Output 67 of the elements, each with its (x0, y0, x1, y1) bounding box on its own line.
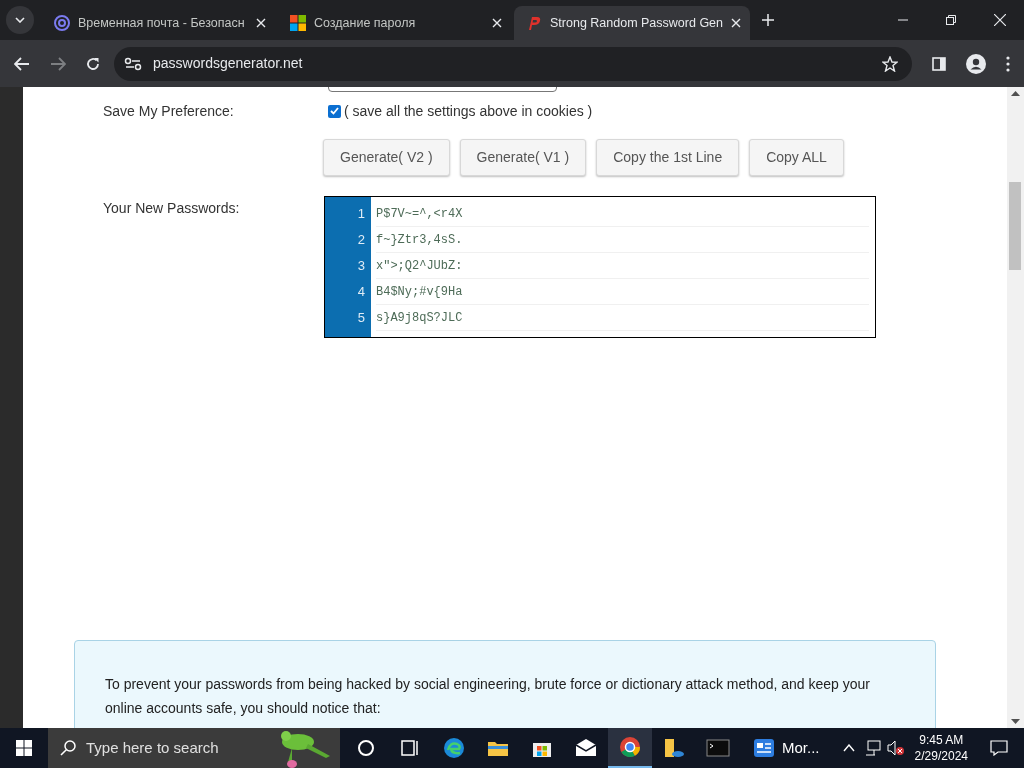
line-number: 4 (357, 283, 365, 302)
scrollbar[interactable] (1007, 87, 1024, 728)
back-arrow-icon[interactable] (14, 56, 30, 71)
news-widget-icon[interactable] (754, 739, 774, 757)
chevron-up-icon[interactable] (842, 744, 855, 752)
search-field[interactable]: Type here to search (48, 728, 340, 768)
star-icon[interactable] (882, 55, 898, 72)
action-button[interactable]: Generate( V1 ) (459, 139, 587, 176)
tab-title: Создание пароля (314, 14, 417, 32)
site-logo-icon (526, 15, 542, 31)
tab-title: Strong Random Password Gen (550, 14, 723, 32)
site-settings-icon[interactable] (124, 56, 142, 71)
field-label: Your New Passwords: (103, 199, 241, 218)
search-placeholder: Type here to search (86, 737, 219, 758)
action-button[interactable]: Generate( V2 ) (323, 139, 450, 176)
terminal-icon[interactable] (706, 736, 730, 760)
tab-title: Временная почта - Безопасн (78, 14, 246, 32)
field-label: Save My Preference: (103, 101, 235, 121)
password-text: f~}Ztr3,4sS. (376, 231, 463, 249)
chevron-down-icon (15, 17, 25, 23)
line-number: 5 (357, 309, 365, 328)
password-text: B4$Ny;#v{9Ha (376, 283, 463, 301)
line-number: 3 (357, 257, 365, 276)
address-bar[interactable]: passwordsgenerator.net (114, 46, 912, 81)
scroll-down-icon[interactable] (1011, 719, 1020, 724)
search-icon (60, 740, 76, 756)
close-icon[interactable] (731, 18, 741, 28)
edge-icon[interactable] (442, 736, 466, 760)
widget-label[interactable]: Mor... (782, 736, 820, 760)
more-options-icon[interactable] (1006, 55, 1010, 72)
url-text: passwordsgenerator.net (153, 54, 303, 73)
action-button[interactable]: Copy ALL (749, 139, 844, 176)
restore-icon[interactable] (946, 15, 956, 25)
chrome-icon[interactable] (618, 735, 642, 759)
file-folder-icon[interactable] (662, 736, 686, 760)
profile-icon[interactable] (966, 53, 986, 74)
start-icon[interactable] (16, 740, 32, 756)
checkbox[interactable] (328, 104, 341, 118)
scroll-up-icon[interactable] (1011, 91, 1020, 96)
muted-speaker-icon[interactable] (886, 740, 905, 756)
scrollbar-thumb[interactable] (1009, 182, 1021, 270)
passwords-output[interactable]: 1 2 3 4 5 P$7V~=^,<r4X f~}Ztr3,4sS. x">;Q2^JUbZ: B4$Ny;#v{9Ha s}A9j8qS?JLC (324, 196, 876, 338)
clock-time[interactable]: 9:45 AM (919, 732, 964, 748)
close-icon[interactable] (256, 18, 266, 28)
clock-date[interactable]: 2/29/2024 (914, 748, 968, 764)
password-text: s}A9j8qS?JLC (376, 309, 463, 327)
password-text: x">;Q2^JUbZ: (376, 257, 463, 275)
action-button[interactable]: Copy the 1st Line (596, 139, 740, 176)
side-panel-icon[interactable] (932, 56, 946, 71)
network-icon[interactable] (864, 740, 881, 756)
password-text: P$7V~=^,<r4X (376, 205, 463, 223)
notifications-icon[interactable] (990, 740, 1008, 756)
line-number: 1 (357, 205, 365, 224)
windows-logo-icon (290, 15, 306, 31)
tab-list-button[interactable] (6, 6, 34, 34)
at-sign-icon (54, 15, 70, 31)
new-tab-icon[interactable] (762, 14, 774, 26)
reload-icon[interactable] (86, 56, 100, 71)
close-icon[interactable] (994, 14, 1006, 26)
forward-arrow-icon[interactable] (50, 56, 66, 71)
notice-text: To prevent your passwords from being hacked by social engineering, brute force or dictionary attack method, and keep your online accounts safe, you should notice that: (105, 675, 871, 718)
browser-tab[interactable]: Создание пароля (278, 6, 514, 40)
browser-tab[interactable]: Strong Random Password Gen (514, 6, 750, 40)
browser-tab[interactable]: Временная почта - Безопасн (42, 6, 278, 40)
close-icon[interactable] (492, 18, 502, 28)
checkbox-label: ( save all the settings above in cookies ) (344, 101, 593, 121)
line-number: 2 (357, 231, 365, 250)
